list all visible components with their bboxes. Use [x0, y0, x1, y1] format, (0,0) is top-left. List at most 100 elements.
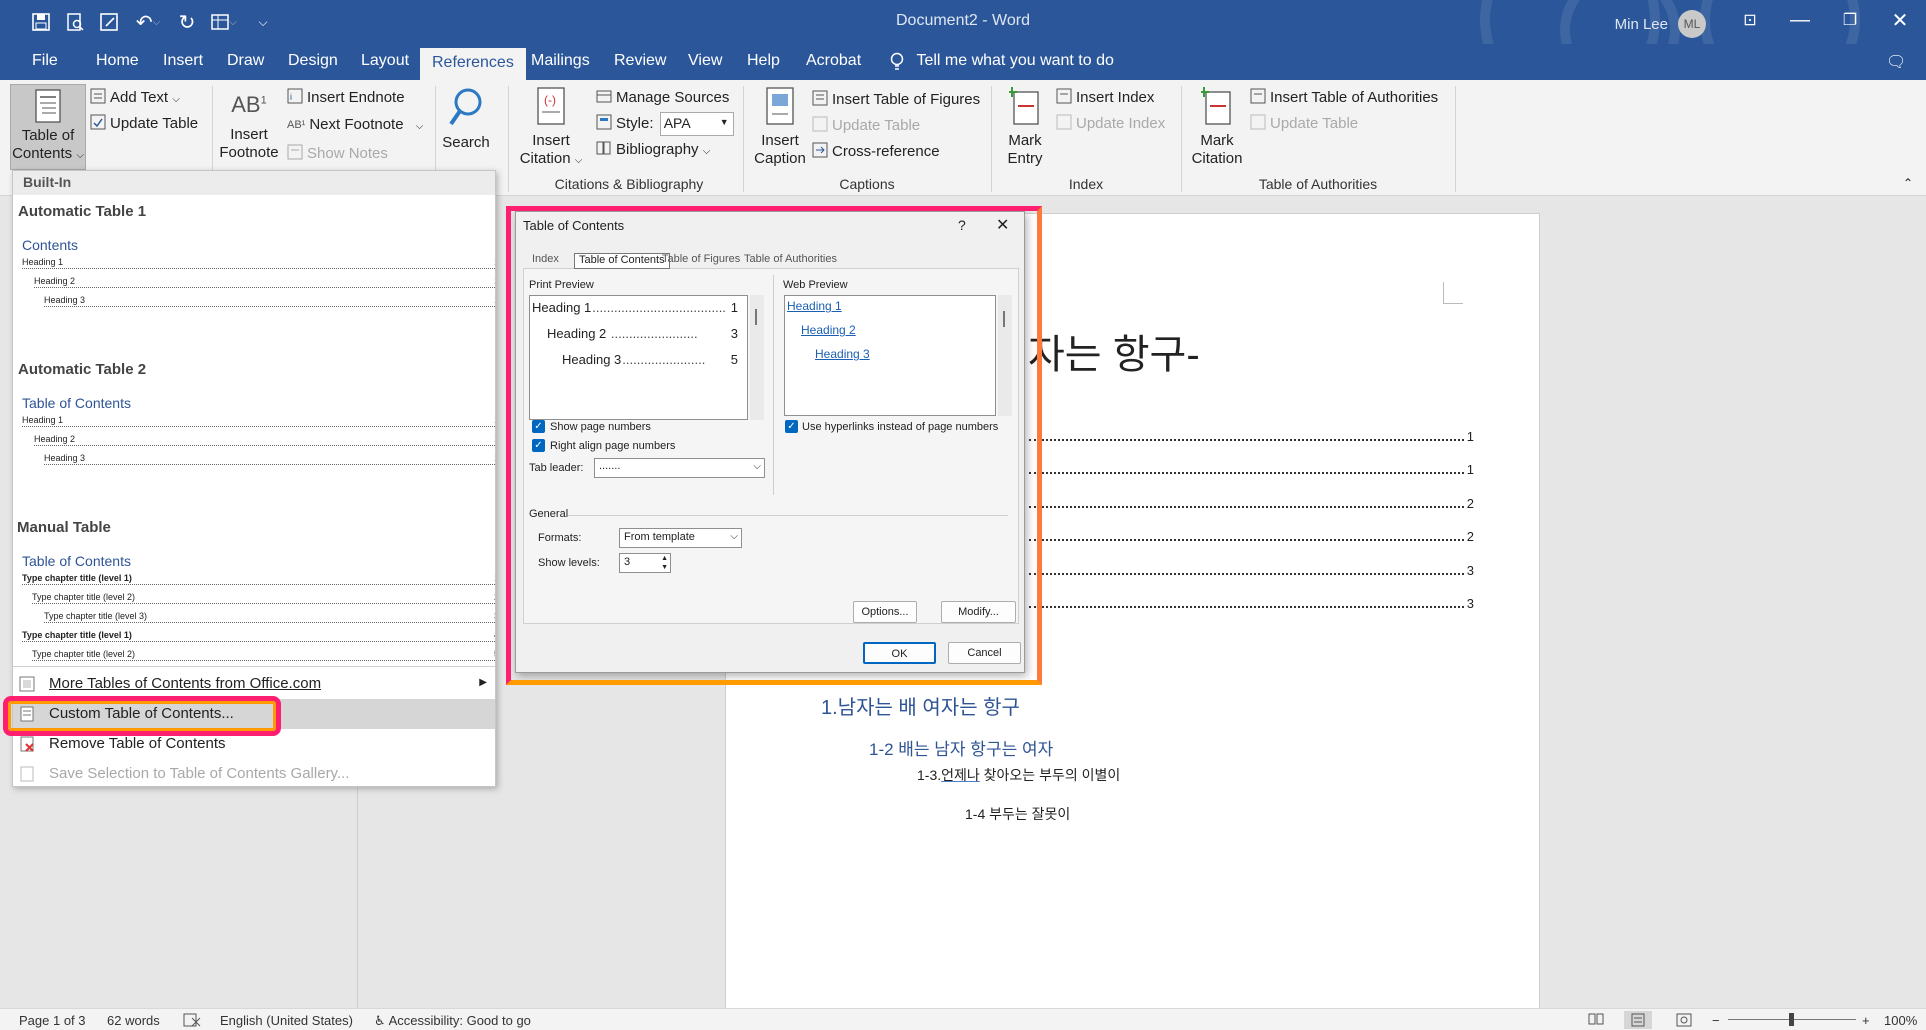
- user-account[interactable]: Min Lee ML: [1615, 10, 1706, 38]
- mark-citation-button[interactable]: Mark Citation: [1188, 86, 1246, 168]
- accessibility-icon: ♿︎: [374, 1013, 386, 1028]
- more-tocs-menu-item[interactable]: More Tables of Contents from Office.com …: [13, 669, 495, 699]
- tab-home[interactable]: Home: [96, 52, 139, 70]
- show-notes-label: Show Notes: [307, 144, 388, 162]
- add-text-label: Add Text: [110, 88, 169, 106]
- update-figures-table-button[interactable]: Update Table: [812, 116, 920, 136]
- gallery-item-automatic-2[interactable]: Automatic Table 2 Table of Contents Head…: [13, 355, 495, 485]
- insert-caption-label-2: Caption: [754, 150, 806, 167]
- next-footnote-button[interactable]: AB¹ Next Footnote ⌵: [287, 116, 423, 133]
- table-of-contents-button[interactable]: Table of Contents ⌵: [10, 84, 86, 170]
- mark-entry-button[interactable]: Mark Entry: [998, 86, 1052, 168]
- read-mode-icon[interactable]: [1588, 1013, 1604, 1028]
- tab-draw[interactable]: Draw: [227, 52, 264, 70]
- document-toc-page-number: 3: [1464, 596, 1474, 611]
- add-text-button[interactable]: Add Text ⌵: [90, 88, 180, 108]
- print-layout-icon[interactable]: [1624, 1011, 1652, 1029]
- chevron-down-icon: ▼: [719, 117, 729, 127]
- tab-view[interactable]: View: [688, 52, 722, 70]
- restore-button[interactable]: ❐: [1822, 0, 1878, 40]
- cross-reference-button[interactable]: Cross-reference: [812, 142, 940, 162]
- insert-footnote-button[interactable]: AB1 Insert Footnote: [218, 86, 280, 162]
- add-text-icon: [90, 88, 106, 108]
- toc-preview-line: Heading 11: [22, 257, 495, 269]
- zoom-in-button[interactable]: +: [1862, 1013, 1870, 1028]
- document-toc-line[interactable]: 2: [1029, 494, 1474, 511]
- search-button[interactable]: Search: [440, 86, 492, 152]
- update-table-button[interactable]: Update Table: [90, 114, 198, 134]
- gallery-item-manual[interactable]: Manual Table Table of Contents Type chap…: [13, 513, 495, 663]
- manage-sources-label: Manage Sources: [616, 88, 730, 106]
- automatic-table-2-heading: Table of Contents: [22, 395, 131, 411]
- save-selection-menu-item[interactable]: Save Selection to Table of Contents Gall…: [13, 759, 495, 786]
- document-toc-line[interactable]: 2: [1029, 527, 1474, 544]
- document-toc-line[interactable]: 3: [1029, 594, 1474, 611]
- tell-me-search[interactable]: Tell me what you want to do: [890, 52, 1114, 70]
- toc-preview-line: Heading 31: [44, 453, 495, 465]
- tab-acrobat[interactable]: Acrobat: [806, 52, 861, 70]
- accessibility-label: Accessibility: Good to go: [388, 1013, 531, 1028]
- web-layout-icon[interactable]: [1676, 1013, 1692, 1030]
- tab-layout[interactable]: Layout: [361, 52, 409, 70]
- accessibility-status[interactable]: ♿︎ Accessibility: Good to go: [374, 1013, 531, 1029]
- ribbon-display-icon[interactable]: ⊡: [1722, 0, 1778, 40]
- zoom-out-button[interactable]: −: [1712, 1013, 1720, 1028]
- insert-caption-button[interactable]: Insert Caption: [752, 86, 808, 168]
- zoom-level[interactable]: 100%: [1884, 1013, 1917, 1028]
- table-of-figures-icon: [812, 90, 828, 110]
- document-heading-3a: 1-3.언제나 찾아오는 부두의 이별이: [917, 765, 1120, 785]
- insert-table-of-figures-button[interactable]: Insert Table of Figures: [812, 90, 980, 110]
- insert-citation-button[interactable]: (-) Insert Citation ⌵: [518, 86, 584, 170]
- manual-table-title: Manual Table: [17, 519, 111, 536]
- tab-insert[interactable]: Insert: [163, 52, 203, 70]
- update-authorities-table-button[interactable]: Update Table: [1250, 114, 1358, 134]
- gallery-divider: [13, 666, 495, 667]
- close-button[interactable]: ✕: [1872, 0, 1926, 40]
- automatic-table-2-title: Automatic Table 2: [18, 361, 147, 378]
- tab-file[interactable]: File: [32, 52, 58, 70]
- bibliography-button[interactable]: Bibliography ⌵: [596, 140, 710, 160]
- automatic-table-1-title: Automatic Table 1: [18, 203, 147, 220]
- cross-reference-icon: [812, 142, 828, 162]
- tab-design[interactable]: Design: [288, 52, 338, 70]
- document-toc-line[interactable]: 1: [1029, 460, 1474, 477]
- document-heading-3b: 1-4 부두는 잘못이: [965, 806, 1071, 822]
- proofing-icon[interactable]: [183, 1013, 201, 1030]
- update-index-button[interactable]: Update Index: [1056, 114, 1165, 134]
- style-selector: Style: APA ▼: [596, 112, 734, 136]
- minimize-button[interactable]: —: [1772, 0, 1828, 40]
- show-notes-icon: [287, 144, 303, 164]
- tab-references[interactable]: References: [420, 48, 526, 80]
- mark-citation-icon: [1199, 87, 1231, 125]
- heading-3a-prefix: 1-3.: [917, 767, 942, 783]
- style-dropdown[interactable]: APA ▼: [659, 112, 734, 136]
- language[interactable]: English (United States): [220, 1013, 353, 1028]
- insert-index-button[interactable]: Insert Index: [1056, 88, 1154, 108]
- table-of-authorities-icon: [1250, 88, 1266, 108]
- comments-icon[interactable]: 🗨: [1886, 52, 1906, 72]
- zoom-slider-thumb[interactable]: [1789, 1013, 1794, 1026]
- captions-group-label: Captions: [839, 176, 895, 192]
- tab-review[interactable]: Review: [614, 52, 666, 70]
- insert-caption-label-1: Insert: [761, 132, 799, 149]
- document-toc-line[interactable]: 1: [1029, 427, 1474, 444]
- word-count[interactable]: 62 words: [107, 1013, 160, 1028]
- next-footnote-label: Next Footnote: [309, 116, 404, 133]
- document-toc-page-number: 2: [1464, 529, 1474, 544]
- insert-endnote-button[interactable]: i Insert Endnote: [287, 88, 405, 108]
- show-notes-button[interactable]: Show Notes: [287, 144, 388, 164]
- toc-preview-line: Type chapter title (level 1)4: [22, 630, 495, 642]
- gallery-item-automatic-1[interactable]: Automatic Table 1 Contents Heading 11 He…: [13, 197, 495, 327]
- insert-citation-label-1: Insert: [532, 132, 570, 149]
- page-count[interactable]: Page 1 of 3: [19, 1013, 86, 1028]
- update-authorities-icon: [1250, 114, 1266, 134]
- document-heading-2: 1-2 배는 남자 항구는 여자: [869, 740, 1054, 759]
- tab-help[interactable]: Help: [747, 52, 780, 70]
- manage-sources-button[interactable]: Manage Sources: [596, 88, 729, 108]
- insert-table-of-authorities-button[interactable]: Insert Table of Authorities: [1250, 88, 1438, 108]
- document-toc-line[interactable]: 3: [1029, 561, 1474, 578]
- tab-mailings[interactable]: Mailings: [531, 52, 590, 70]
- tell-me-label: Tell me what you want to do: [916, 52, 1114, 70]
- collapse-ribbon-icon[interactable]: ⌃: [1903, 176, 1913, 190]
- insert-table-of-authorities-label: Insert Table of Authorities: [1270, 88, 1439, 106]
